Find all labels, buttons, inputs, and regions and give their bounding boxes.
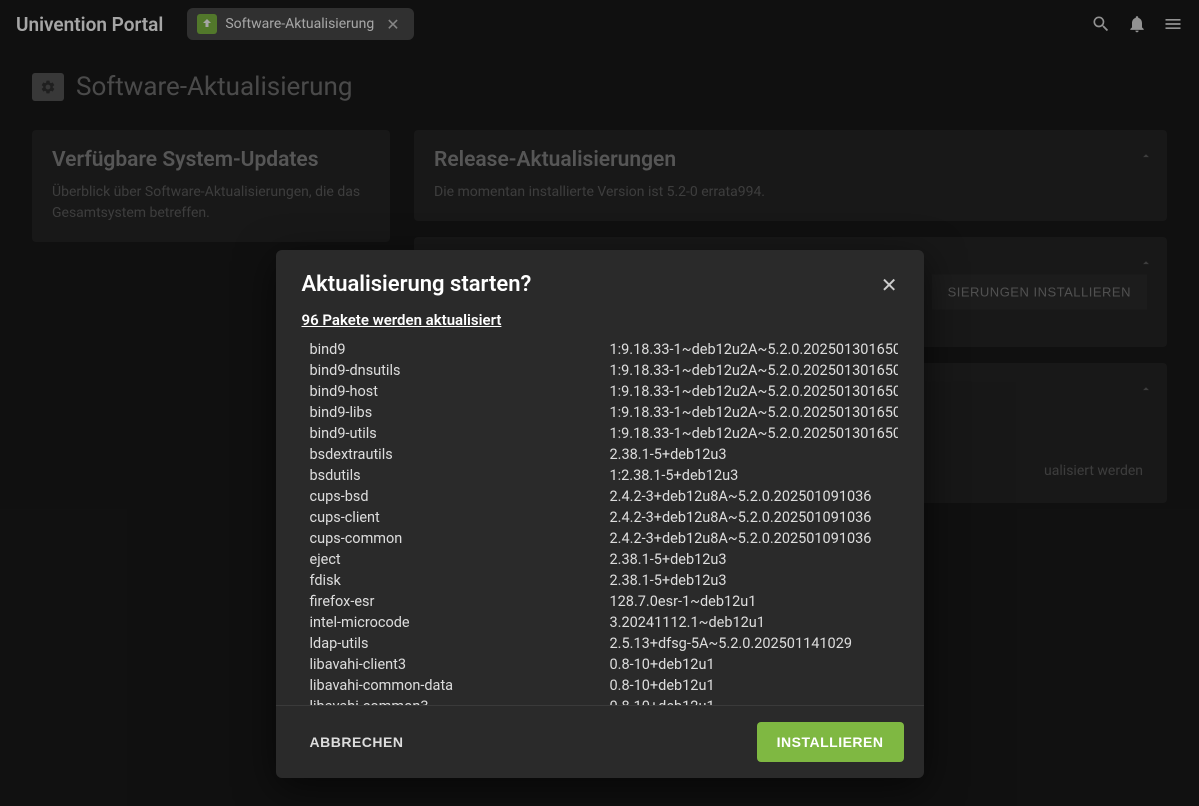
package-version: 2.4.2-3+deb12u8A~5.2.0.202501091036 (610, 507, 898, 528)
package-version: 2.5.13+dfsg-5A~5.2.0.202501141029 (610, 633, 898, 654)
package-version: 128.7.0esr-1~deb12u1 (610, 591, 898, 612)
package-row: bind91:9.18.33-1~deb12u2A~5.2.0.20250130… (296, 339, 898, 360)
package-version: 1:2.38.1-5+deb12u3 (610, 465, 898, 486)
package-name: fdisk (310, 570, 610, 591)
package-summary: 96 Pakete werden aktualisiert (296, 311, 898, 329)
package-row: cups-common2.4.2-3+deb12u8A~5.2.0.202501… (296, 528, 898, 549)
package-row: bsdextrautils2.38.1-5+deb12u3 (296, 444, 898, 465)
package-version: 2.38.1-5+deb12u3 (610, 570, 898, 591)
package-row: bind9-utils1:9.18.33-1~deb12u2A~5.2.0.20… (296, 423, 898, 444)
package-version: 1:9.18.33-1~deb12u2A~5.2.0.202501301650 (610, 381, 898, 402)
package-row: cups-client2.4.2-3+deb12u8A~5.2.0.202501… (296, 507, 898, 528)
package-row: libavahi-client30.8-10+deb12u1 (296, 654, 898, 675)
package-name: bsdextrautils (310, 444, 610, 465)
package-name: libavahi-client3 (310, 654, 610, 675)
package-name: bind9 (310, 339, 610, 360)
package-version: 1:9.18.33-1~deb12u2A~5.2.0.202501301650 (610, 402, 898, 423)
package-name: libavahi-common-data (310, 675, 610, 696)
modal-title: Aktualisierung starten? (302, 272, 532, 297)
modal-body[interactable]: 96 Pakete werden aktualisiert bind91:9.1… (276, 311, 924, 705)
install-button[interactable]: INSTALLIEREN (757, 722, 904, 762)
package-row: ldap-utils2.5.13+dfsg-5A~5.2.0.202501141… (296, 633, 898, 654)
package-row: libavahi-common30.8-10+deb12u1 (296, 696, 898, 705)
package-name: bind9-libs (310, 402, 610, 423)
package-version: 1:9.18.33-1~deb12u2A~5.2.0.202501301650 (610, 423, 898, 444)
package-row: bind9-libs1:9.18.33-1~deb12u2A~5.2.0.202… (296, 402, 898, 423)
package-version: 3.20241112.1~deb12u1 (610, 612, 898, 633)
package-name: firefox-esr (310, 591, 610, 612)
package-name: bind9-utils (310, 423, 610, 444)
package-version: 0.8-10+deb12u1 (610, 654, 898, 675)
package-version: 2.38.1-5+deb12u3 (610, 444, 898, 465)
package-version: 0.8-10+deb12u1 (610, 696, 898, 705)
package-version: 2.38.1-5+deb12u3 (610, 549, 898, 570)
package-name: ldap-utils (310, 633, 610, 654)
package-name: bind9-dnsutils (310, 360, 610, 381)
package-name: bind9-host (310, 381, 610, 402)
package-row: cups-bsd2.4.2-3+deb12u8A~5.2.0.202501091… (296, 486, 898, 507)
package-version: 1:9.18.33-1~deb12u2A~5.2.0.202501301650 (610, 360, 898, 381)
package-name: cups-bsd (310, 486, 610, 507)
modal-header: Aktualisierung starten? ✕ (276, 250, 924, 311)
package-version: 1:9.18.33-1~deb12u2A~5.2.0.202501301650 (610, 339, 898, 360)
package-version: 2.4.2-3+deb12u8A~5.2.0.202501091036 (610, 486, 898, 507)
package-name: cups-client (310, 507, 610, 528)
package-row: eject2.38.1-5+deb12u3 (296, 549, 898, 570)
close-icon[interactable]: ✕ (881, 273, 898, 297)
confirm-update-modal: Aktualisierung starten? ✕ 96 Pakete werd… (276, 250, 924, 778)
package-row: firefox-esr128.7.0esr-1~deb12u1 (296, 591, 898, 612)
package-name: bsdutils (310, 465, 610, 486)
package-name: cups-common (310, 528, 610, 549)
package-row: intel-microcode3.20241112.1~deb12u1 (296, 612, 898, 633)
package-row: fdisk2.38.1-5+deb12u3 (296, 570, 898, 591)
package-list: bind91:9.18.33-1~deb12u2A~5.2.0.20250130… (296, 339, 898, 705)
package-row: bind9-dnsutils1:9.18.33-1~deb12u2A~5.2.0… (296, 360, 898, 381)
package-row: libavahi-common-data0.8-10+deb12u1 (296, 675, 898, 696)
package-name: intel-microcode (310, 612, 610, 633)
modal-footer: ABBRECHEN INSTALLIEREN (276, 705, 924, 778)
cancel-button[interactable]: ABBRECHEN (296, 724, 418, 760)
package-name: libavahi-common3 (310, 696, 610, 705)
package-version: 2.4.2-3+deb12u8A~5.2.0.202501091036 (610, 528, 898, 549)
package-row: bind9-host1:9.18.33-1~deb12u2A~5.2.0.202… (296, 381, 898, 402)
package-row: bsdutils1:2.38.1-5+deb12u3 (296, 465, 898, 486)
package-name: eject (310, 549, 610, 570)
modal-overlay: Aktualisierung starten? ✕ 96 Pakete werd… (0, 0, 1199, 806)
package-version: 0.8-10+deb12u1 (610, 675, 898, 696)
